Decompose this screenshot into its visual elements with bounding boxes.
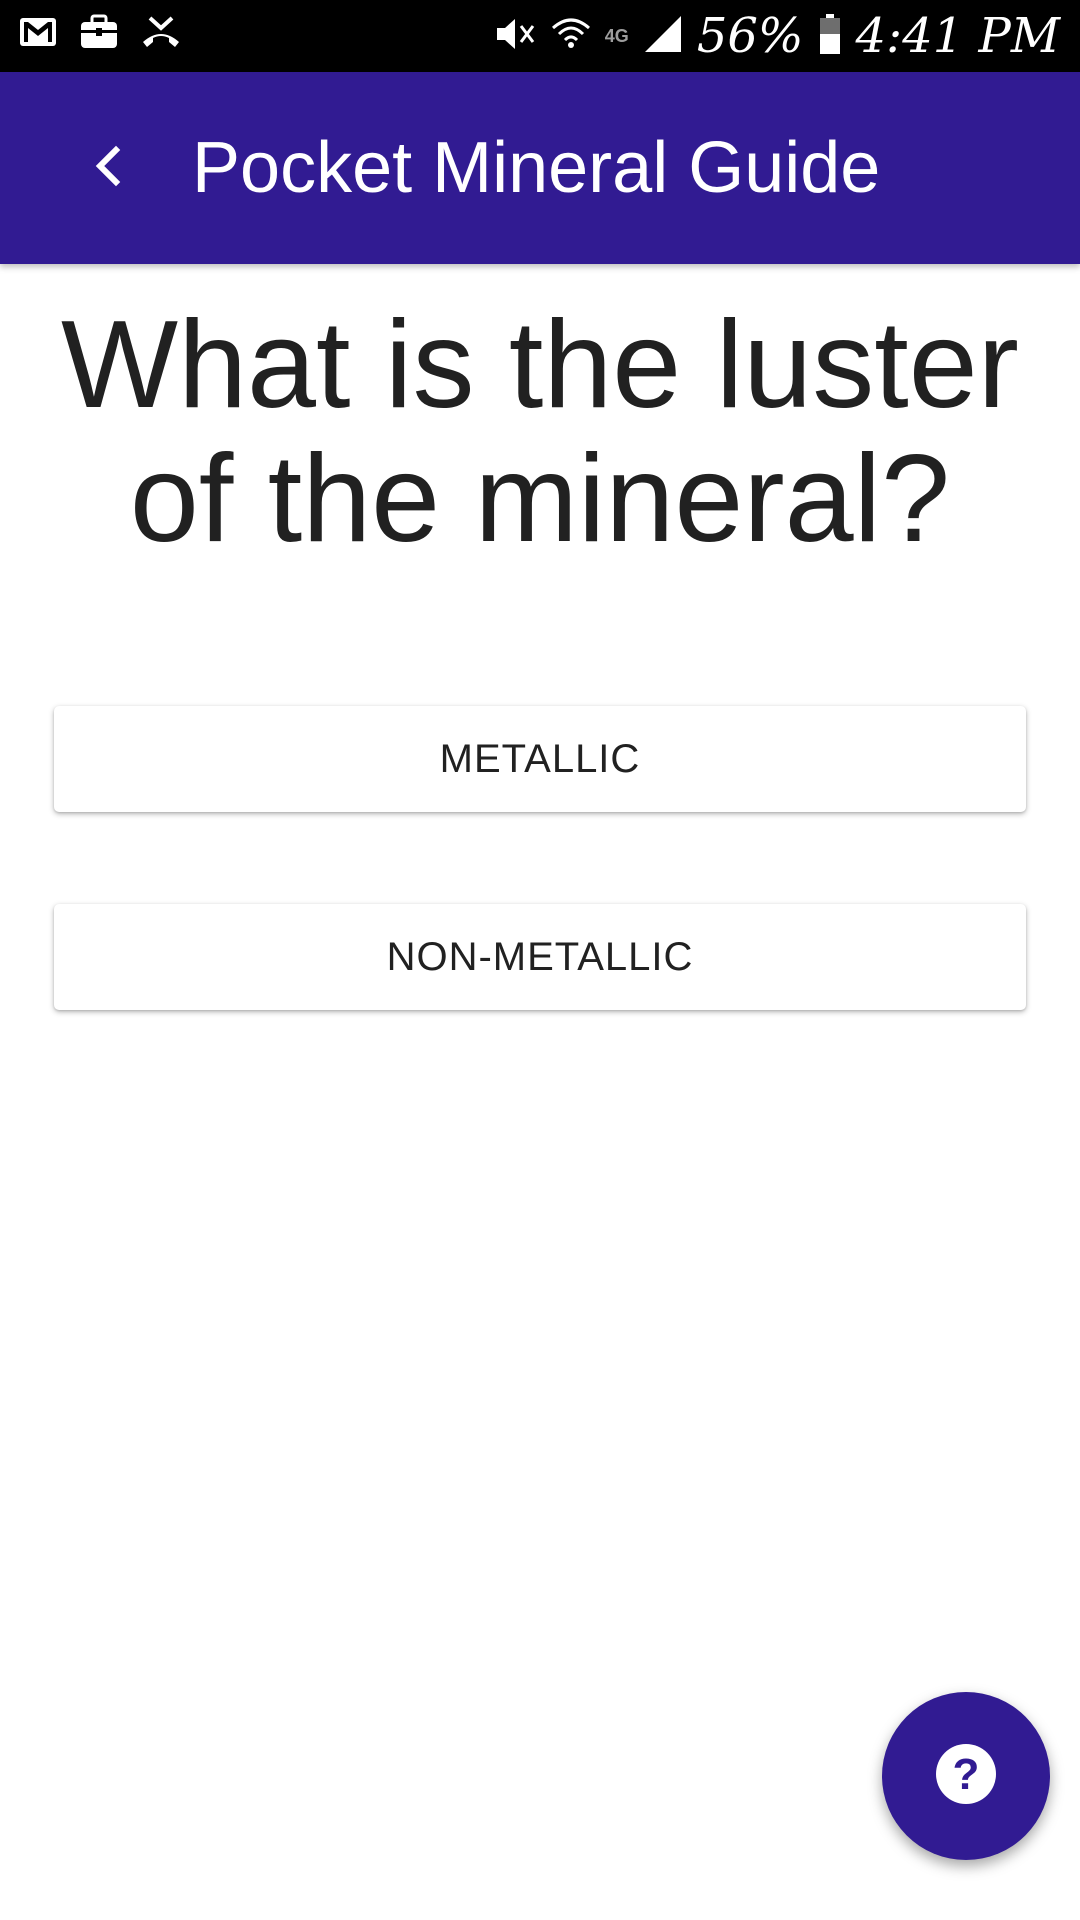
back-button[interactable]	[60, 120, 156, 216]
battery-percent: 56%	[696, 8, 804, 64]
help-icon: ?	[935, 1743, 997, 1810]
mute-icon	[493, 14, 537, 59]
missed-call-icon	[140, 14, 182, 55]
non-metallic-button[interactable]: NON-METALLIC	[54, 904, 1026, 1010]
briefcase-icon	[78, 14, 120, 55]
notification-icons	[18, 14, 182, 55]
clock: 4:41 PM	[855, 8, 1061, 64]
help-fab-button[interactable]: ?	[882, 1692, 1050, 1860]
app-title: Pocket Mineral Guide	[192, 128, 881, 208]
signal-icon	[643, 14, 683, 59]
wifi-icon	[551, 14, 591, 59]
status-bar: 4G 56% 4:41 PM	[0, 0, 1080, 72]
metallic-button[interactable]: METALLIC	[54, 706, 1026, 812]
system-icons: 4G 56% 4:41 PM	[493, 6, 1060, 66]
battery-icon	[818, 12, 842, 61]
chevron-left-icon	[88, 144, 128, 193]
question-text: What is the luster of the mineral?	[61, 296, 1019, 568]
help-glyph: ?	[953, 1750, 980, 1799]
gmail-icon	[18, 16, 58, 53]
app-bar: Pocket Mineral Guide	[0, 72, 1080, 264]
lte-icon: 4G	[604, 25, 629, 46]
